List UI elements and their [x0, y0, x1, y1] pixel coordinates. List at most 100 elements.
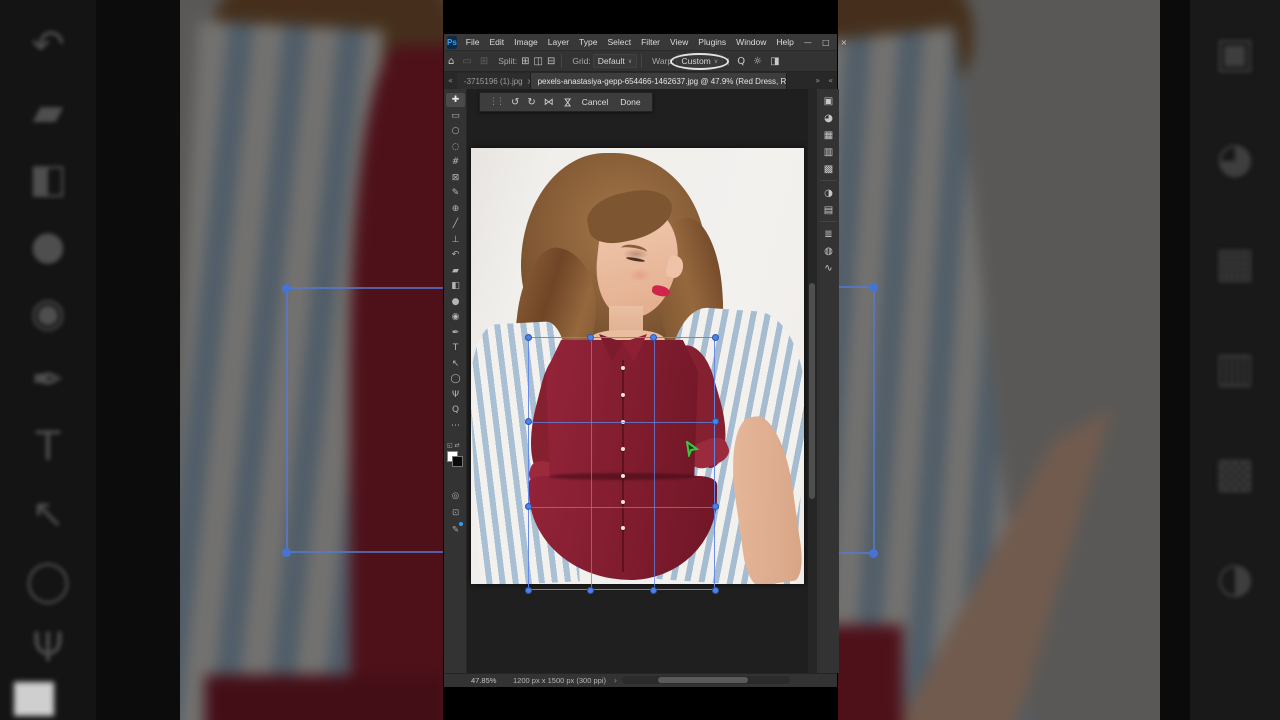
zoom-level[interactable]: 47.85% [471, 676, 505, 685]
split-label: Split: [498, 56, 518, 66]
shape-tool[interactable]: ◯ [446, 372, 465, 386]
cancel-button[interactable]: Cancel [580, 97, 610, 107]
home-icon[interactable]: ⌂ [444, 56, 458, 67]
path-selection-tool[interactable]: ↖ [446, 357, 465, 371]
pen-tool[interactable]: ✒ [446, 326, 465, 340]
transform-toolbar: ⋮⋮ ↺ ↻ ⋈ ⋈ Cancel Done [479, 92, 653, 112]
rotate-ccw-icon[interactable]: ↺ [511, 97, 519, 108]
document-tab-active[interactable]: pexels-anastasiya-gepp-654466-1462637.jp… [530, 73, 787, 89]
window-controls: — □ × [799, 34, 853, 51]
warp-handle[interactable] [712, 587, 719, 594]
grid-dropdown[interactable]: Default ∨ [592, 54, 638, 68]
menu-filter[interactable]: Filter [636, 34, 665, 51]
clone-stamp-tool[interactable]: ⊥ [446, 233, 465, 247]
panel-properties[interactable]: ▤ [819, 203, 838, 217]
panel-color[interactable]: ◕ [819, 111, 838, 125]
tab-collapse-icon[interactable]: « [824, 72, 837, 89]
warp-dropdown[interactable]: Custom ∨ [676, 54, 724, 68]
quick-mask-mode[interactable]: ◎ [446, 489, 465, 502]
warp-handle[interactable] [587, 587, 595, 594]
menu-edit[interactable]: Edit [485, 34, 510, 51]
healing-brush-tool[interactable]: ⊕ [446, 202, 465, 216]
blur-tool[interactable]: ● [446, 295, 465, 309]
menu-plugins[interactable]: Plugins [693, 34, 731, 51]
warp-handle[interactable] [525, 502, 532, 510]
split-horizontal-icon[interactable]: ⊟ [545, 56, 557, 67]
panel-adjustments[interactable]: ◑ [819, 186, 838, 200]
document-area: ⋮⋮ ↺ ↻ ⋈ ⋈ Cancel Done [467, 89, 816, 673]
panel-swatches[interactable]: ▦ [819, 128, 838, 142]
move-tool[interactable]: ✚ [446, 93, 465, 107]
document-tab[interactable]: -3715196 (1).jpg× [456, 73, 531, 89]
bg-transform-line-h2 [286, 551, 443, 553]
menu-items: File Edit Image Layer Type Select Filter View Pl… [461, 34, 799, 51]
bg-blurred-photo-right [838, 0, 1160, 720]
warp-transform-box[interactable] [525, 334, 719, 594]
zoom-tool[interactable]: Q [446, 403, 465, 417]
warp-handle[interactable] [649, 334, 657, 341]
split-vertical-icon[interactable]: ◫ [532, 56, 545, 67]
gradient-tool[interactable]: ◧ [446, 279, 465, 293]
panel-gradients[interactable]: ▥ [819, 145, 838, 159]
flip-horizontal-icon[interactable]: ⋈ [544, 97, 554, 108]
more-tools[interactable]: ⋯ [446, 419, 465, 433]
marquee-tool[interactable]: ▭ [446, 109, 465, 123]
cursor-pointer [685, 441, 700, 457]
menu-layer[interactable]: Layer [543, 34, 574, 51]
horizontal-scrollbar[interactable] [622, 676, 790, 684]
menu-type[interactable]: Type [574, 34, 602, 51]
flip-vertical-icon[interactable]: ⋈ [561, 97, 572, 107]
warp-handle[interactable] [525, 418, 532, 426]
panel-libraries[interactable]: ▣ [819, 94, 838, 108]
warp-handle[interactable] [587, 334, 595, 341]
bg-blurred-panel-icon: ▩ [1215, 448, 1255, 497]
menu-help[interactable]: Help [771, 34, 798, 51]
done-button[interactable]: Done [618, 97, 642, 107]
menu-file[interactable]: File [461, 34, 485, 51]
crop-tool[interactable]: # [446, 155, 465, 169]
close-button[interactable]: × [835, 34, 853, 51]
tab-overflow-icon[interactable]: » [811, 72, 824, 89]
status-chevron-icon[interactable]: › [614, 676, 617, 685]
menu-view[interactable]: View [665, 34, 693, 51]
warp-handle[interactable] [525, 587, 532, 594]
brush-tool[interactable]: ╱ [446, 217, 465, 231]
warp-handle[interactable] [712, 334, 719, 341]
hand-tool[interactable]: Ψ [446, 388, 465, 402]
lasso-tool[interactable]: ○ [446, 124, 465, 138]
menu-window[interactable]: Window [731, 34, 771, 51]
panel-channels[interactable]: ◍ [819, 244, 838, 258]
panel-paths[interactable]: ∿ [819, 261, 838, 275]
warp-handle[interactable] [525, 334, 532, 341]
background-color-swatch[interactable] [452, 456, 463, 467]
horizontal-scrollbar-thumb[interactable] [658, 677, 748, 683]
history-brush-tool[interactable]: ↶ [446, 248, 465, 262]
panel-patterns[interactable]: ▩ [819, 162, 838, 176]
panel-layers[interactable]: ≣ [819, 227, 838, 241]
vertical-scrollbar[interactable] [808, 89, 816, 673]
eyedropper-tool[interactable]: ✎ [446, 186, 465, 200]
warp-handle[interactable] [649, 587, 657, 594]
default-colors-icon[interactable]: ◱ ⇄ [447, 442, 460, 449]
restore-button[interactable]: □ [817, 34, 835, 51]
split-cross-icon[interactable]: ⊞ [519, 56, 531, 67]
dodge-tool[interactable]: ◉ [446, 310, 465, 324]
discover-bulb-icon[interactable]: ☼ [749, 56, 766, 67]
drag-grip-icon[interactable]: ⋮⋮ [489, 97, 505, 107]
search-icon[interactable]: Q [733, 56, 749, 67]
vertical-scrollbar-thumb[interactable] [809, 283, 815, 499]
bg-blurred-tool-icon: ◯ [25, 558, 71, 604]
object-selection-tool[interactable]: ◌ [446, 140, 465, 154]
rotate-cw-icon[interactable]: ↻ [527, 97, 535, 108]
panel-toggle-icon[interactable]: ◨ [766, 56, 783, 67]
screen-mode[interactable]: ⊡ [446, 506, 465, 519]
frame-tool[interactable]: ⊠ [446, 171, 465, 185]
tab-scroll-left-icon[interactable]: « [444, 72, 457, 89]
menu-select[interactable]: Select [602, 34, 636, 51]
menu-image[interactable]: Image [509, 34, 543, 51]
eraser-tool[interactable]: ▰ [446, 264, 465, 278]
minimize-button[interactable]: — [799, 34, 817, 51]
share-document[interactable]: ✎ [446, 522, 465, 536]
warp-handle[interactable] [712, 502, 719, 510]
type-tool[interactable]: T [446, 341, 465, 355]
